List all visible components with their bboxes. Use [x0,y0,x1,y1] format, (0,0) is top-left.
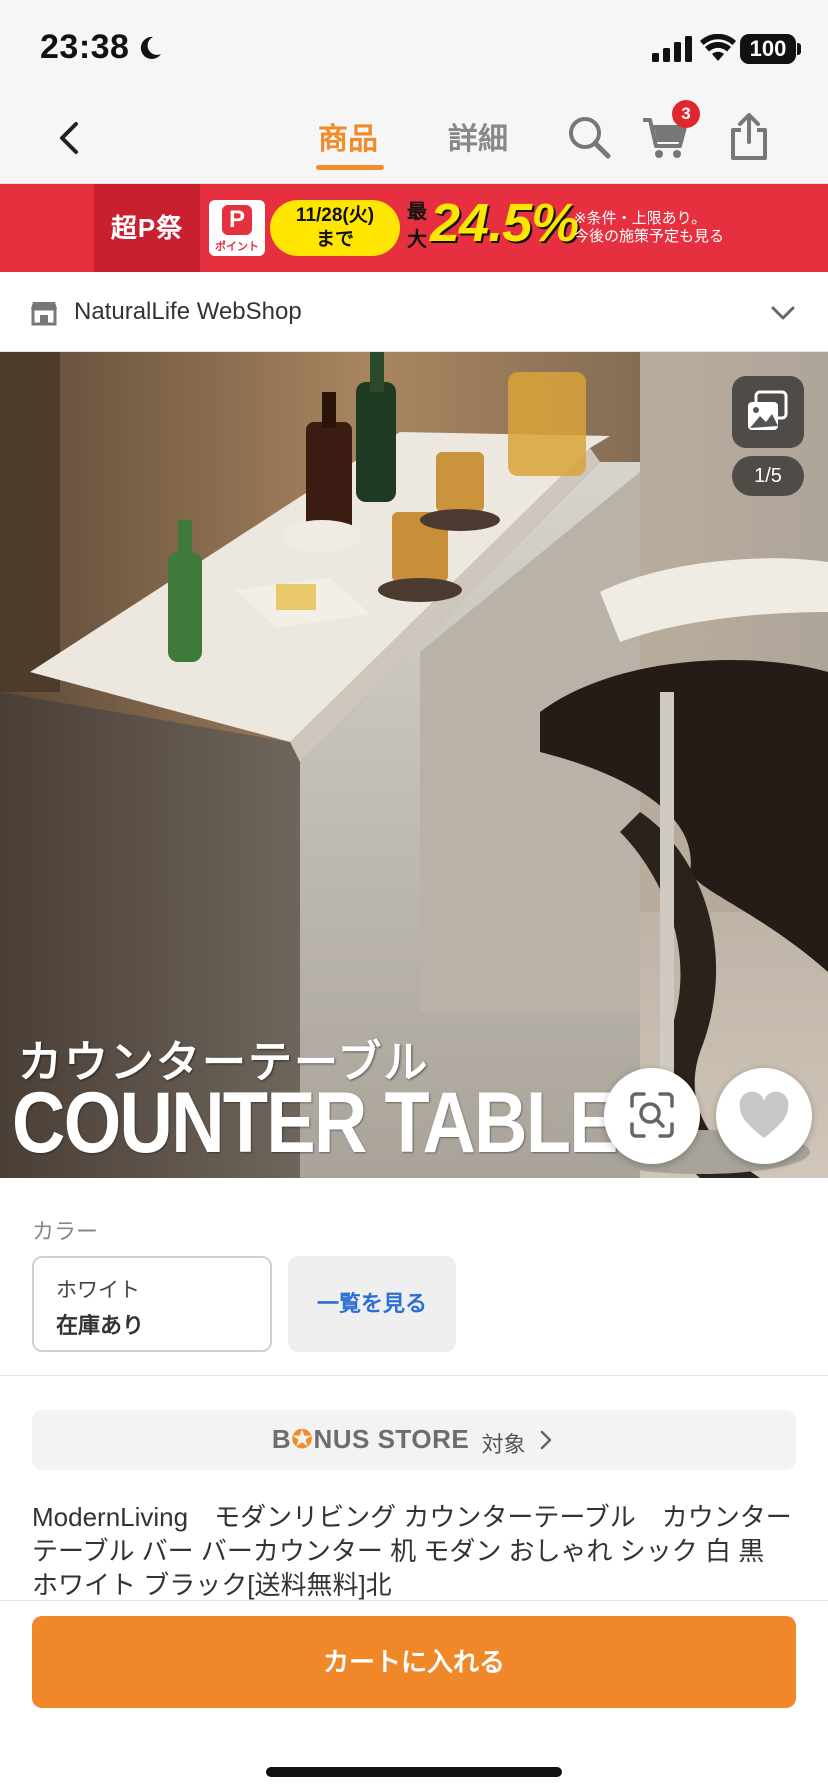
promo-date-suffix: まで [315,229,354,250]
chevron-down-icon[interactable] [770,300,796,326]
favorite-button[interactable] [716,1068,812,1164]
promo-note-line1: ※条件・上限あり。 [574,210,707,227]
add-to-cart-button[interactable]: カートに入れる [32,1616,796,1708]
promo-date: 11/28(火) [295,205,375,226]
gallery-button[interactable] [732,376,804,448]
image-search-icon [630,1092,674,1138]
moon-icon [140,36,161,59]
battery-tip [797,43,801,55]
see-all-button[interactable]: 一覧を見る [288,1256,456,1352]
nav-header: 商品 詳細 3 [0,92,828,184]
signal-icon [652,36,692,62]
cart-count-badge: 3 [672,100,700,128]
search-icon[interactable] [564,112,614,162]
chevron-right-icon [540,1430,552,1450]
promo-banner[interactable]: 超P祭 P ポイント 11/28(火) まで 最大 24.5% ※条件・上限あり… [0,184,828,272]
heart-icon [739,1091,789,1138]
product-title: ModernLiving モダンリビング カウンターテーブル カウンター テーブ… [32,1502,792,1600]
tab-active-indicator [316,165,384,170]
promo-note: ※条件・上限あり。 今後の施策予定も見る [574,210,724,246]
color-selection: カラー ホワイト 在庫あり 一覧を見る [0,1178,828,1376]
tab-detail[interactable]: 詳細 [448,114,508,158]
bonus-store-target: 対象 [481,1432,526,1457]
paypay-p-mark: P [222,205,252,235]
store-icon [31,302,57,326]
promo-note-line2: 今後の施策予定も見る [574,228,725,245]
share-icon[interactable] [724,112,774,162]
promo-date-pill: 11/28(火) まで [270,200,400,256]
color-variant-white[interactable]: ホワイト 在庫あり [32,1256,272,1352]
back-icon[interactable] [48,116,92,160]
tab-product[interactable]: 商品 [318,114,378,158]
shop-name: NaturalLife WebShop [74,298,302,325]
bottom-bar: カートに入れる [0,1600,828,1792]
paypay-label: ポイント [215,241,259,253]
image-counter: 1/5 [732,456,804,496]
promo-logo: 超P祭 [94,184,200,272]
status-time: 23:38 [40,28,130,66]
wifi-icon [700,34,736,61]
gallery-icon [748,390,788,430]
bonus-store-banner[interactable]: B✪NUS STORE 対象 [32,1410,796,1470]
status-bar: 23:38 100 [0,0,828,92]
product-image[interactable]: 1/5 カウンターテーブル COUNTER TABLE [0,352,828,1178]
paypay-point-icon: P ポイント [209,200,265,256]
bonus-store-logo: B✪NUS STORE [271,1424,470,1454]
promo-percentage: 24.5% [430,193,579,253]
image-caption-en: COUNTER TABLE [12,1075,619,1171]
color-label: カラー [32,1219,99,1244]
bonus-star-icon: ✪ [291,1424,314,1454]
promo-max-label: 最大 [407,201,427,251]
battery-icon: 100 [740,34,796,64]
shop-row[interactable]: NaturalLife WebShop [0,272,828,352]
home-indicator [266,1767,562,1777]
variant-stock: 在庫あり [56,1313,145,1338]
image-search-button[interactable] [604,1068,700,1164]
variant-name: ホワイト [56,1279,140,1302]
